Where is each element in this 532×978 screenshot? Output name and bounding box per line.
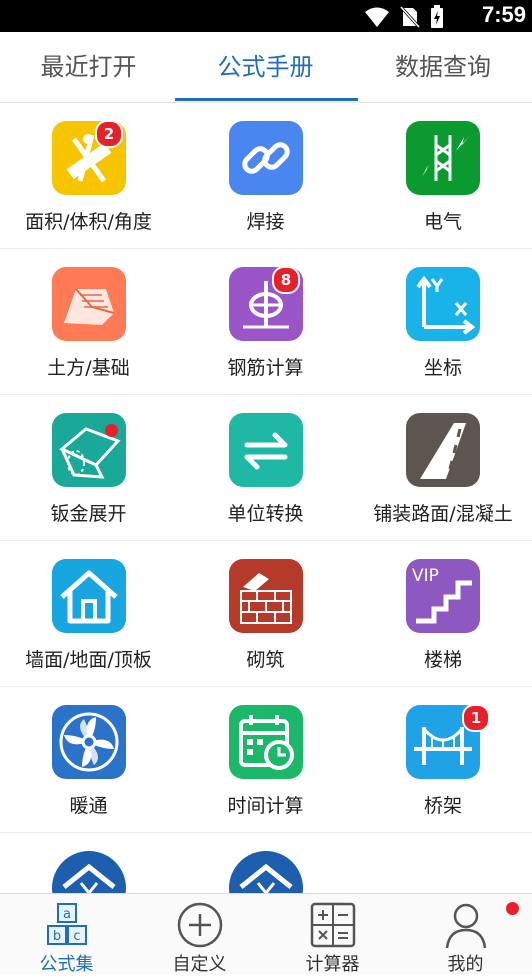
grid-item-label: 单位转换	[227, 503, 304, 525]
grid-item-label: 焊接	[246, 211, 285, 233]
grid-item-rebar[interactable]: 8 钢筋计算	[177, 249, 354, 394]
grid-item-label: 墙面/地面/顶板	[25, 649, 152, 671]
formula-grid: 2 面积/体积/角度 焊接 电气 土方/基础 8 钢筋计算 坐标 钣金展开 单位…	[0, 103, 532, 978]
nav-label: 自定义	[172, 954, 227, 975]
nav-label: 计算器	[305, 954, 360, 975]
stairs-vip-icon: VIP	[406, 559, 480, 633]
grid-item-label: 土方/基础	[47, 357, 130, 379]
chain-link-icon	[228, 121, 303, 195]
person-icon	[445, 903, 486, 949]
grid-item-label: 铺装路面/混凝土	[373, 503, 513, 525]
grid-row: 墙面/地面/顶板 砌筑 VIP 楼梯	[0, 541, 532, 687]
grid-item-area-volume-angle[interactable]: 2 面积/体积/角度	[0, 103, 177, 248]
grid-item-paving-concrete[interactable]: 铺装路面/混凝土	[354, 395, 532, 540]
battery-charging-icon	[431, 5, 443, 28]
no-sim-icon	[400, 6, 420, 28]
top-tabs: 最近打开 公式手册 数据查询	[0, 32, 532, 103]
grid-item-label: 钢筋计算	[227, 357, 304, 379]
svg-text:c: c	[73, 929, 80, 944]
grid-item-label: 楼梯	[423, 649, 462, 671]
grid-item-label: 桥架	[423, 795, 462, 817]
active-tab-indicator	[175, 98, 358, 101]
grid-item-hvac[interactable]: 暖通	[0, 687, 177, 832]
earthwork-icon	[51, 267, 126, 341]
tab-data-query[interactable]: 数据查询	[354, 32, 532, 102]
grid-row: 钣金展开 单位转换 铺装路面/混凝土	[0, 395, 532, 541]
notification-badge: 1	[462, 704, 490, 732]
road-icon	[406, 413, 480, 487]
swap-arrows-icon	[228, 413, 303, 487]
calculator-icon	[310, 902, 355, 948]
grid-item-label: 暖通	[69, 795, 108, 817]
tab-formula-manual[interactable]: 公式手册	[177, 32, 354, 102]
svg-text:b: b	[52, 929, 60, 944]
status-bar: 7:59	[0, 0, 532, 32]
grid-item-stairs[interactable]: VIP 楼梯	[354, 541, 532, 686]
grid-item-sheet-metal[interactable]: 钣金展开	[0, 395, 177, 540]
abc-blocks-icon: ab c	[46, 903, 87, 945]
grid-item-unit-conversion[interactable]: 单位转换	[177, 395, 354, 540]
grid-item-earthwork[interactable]: 土方/基础	[0, 249, 177, 394]
grid-item-label: 时间计算	[227, 795, 304, 817]
electric-tower-icon	[406, 121, 480, 195]
plus-circle-icon	[177, 902, 222, 948]
nav-calculator[interactable]: 计算器	[266, 894, 399, 975]
nav-label: 我的	[447, 954, 484, 975]
notification-dot	[506, 902, 519, 915]
nav-formula-set[interactable]: abc 公式集	[0, 894, 133, 975]
calendar-clock-icon	[228, 705, 303, 779]
nav-label: 公式集	[39, 954, 94, 975]
grid-item-electrical[interactable]: 电气	[354, 103, 532, 248]
nav-mine[interactable]: 我的	[399, 894, 532, 975]
grid-row: 土方/基础 8 钢筋计算 坐标	[0, 249, 532, 395]
grid-item-masonry[interactable]: 砌筑	[177, 541, 354, 686]
bottom-navigation: abc 公式集 自定义 计算器 我的	[0, 893, 532, 975]
grid-item-coordinates[interactable]: 坐标	[354, 249, 532, 394]
vip-label: VIP	[412, 566, 439, 586]
notification-dot	[105, 424, 118, 437]
fan-icon	[51, 705, 126, 779]
grid-item-cable-tray[interactable]: 1 桥架	[354, 687, 532, 832]
grid-item-welding[interactable]: 焊接	[177, 103, 354, 248]
grid-item-label: 面积/体积/角度	[25, 211, 152, 233]
status-icons	[364, 5, 444, 29]
grid-row: 暖通 时间计算 1 桥架	[0, 687, 532, 833]
grid-item-time-calculation[interactable]: 时间计算	[177, 687, 354, 832]
wifi-icon	[365, 7, 389, 27]
notification-badge: 8	[272, 266, 300, 294]
house-icon	[51, 559, 126, 633]
grid-row: 2 面积/体积/角度 焊接 电气	[0, 103, 532, 249]
nav-custom[interactable]: 自定义	[133, 894, 266, 975]
notification-badge: 2	[95, 120, 123, 148]
grid-item-label: 坐标	[423, 357, 462, 379]
tab-recent[interactable]: 最近打开	[0, 32, 177, 102]
grid-item-label: 钣金展开	[50, 503, 127, 525]
grid-item-wall-floor-ceiling[interactable]: 墙面/地面/顶板	[0, 541, 177, 686]
grid-item-label: 电气	[423, 211, 462, 233]
brick-wall-icon	[228, 559, 303, 633]
svg-text:a: a	[63, 907, 71, 922]
grid-item-label: 砌筑	[246, 649, 285, 671]
status-time: 7:59	[481, 2, 526, 27]
xy-axis-icon	[406, 267, 480, 341]
